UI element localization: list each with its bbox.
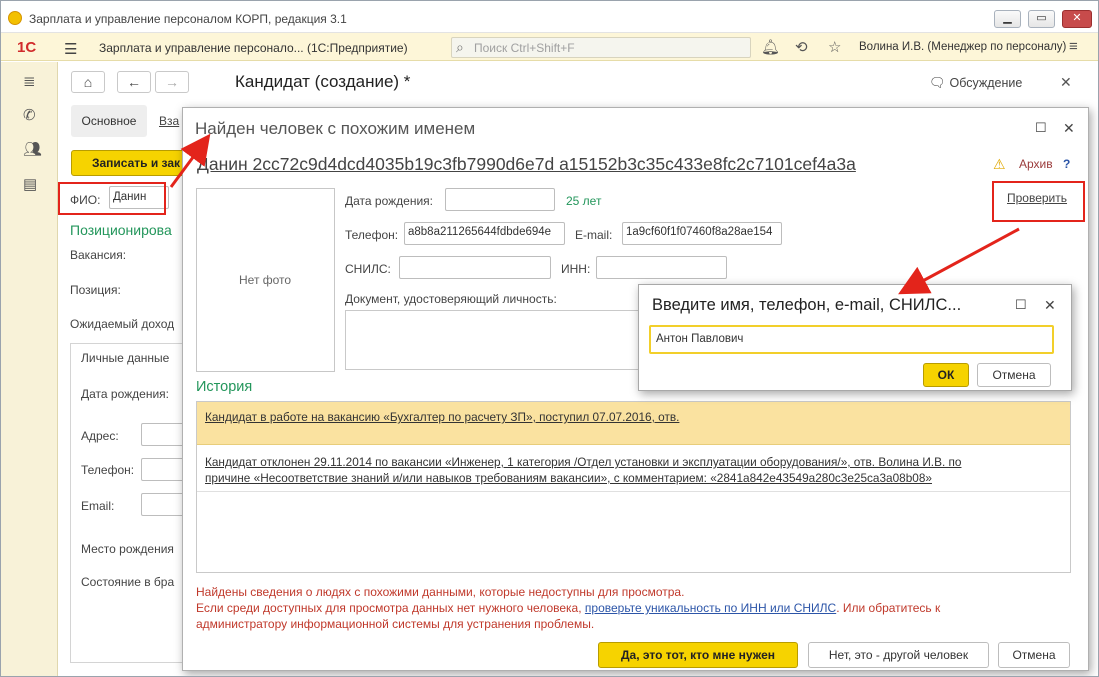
inn-label: ИНН:: [561, 262, 591, 276]
vacancy-label: Вакансия:: [70, 248, 127, 262]
back-button[interactable]: ←: [117, 71, 151, 93]
check-uniqueness-link[interactable]: проверьте уникальность по ИНН или СНИЛС: [585, 601, 836, 615]
app-logo-icon: [8, 11, 22, 25]
tab-personal-data[interactable]: Личные данные: [81, 351, 169, 365]
menu-list-icon[interactable]: ≣: [23, 72, 36, 90]
bell-icon[interactable]: 🔔︎: [761, 38, 780, 56]
cancel-button[interactable]: Отмена: [998, 642, 1070, 668]
current-user[interactable]: Волина И.В. (Менеджер по персоналу): [859, 41, 1066, 53]
warning-line-2: Если среди доступных для просмотра данны…: [196, 601, 940, 615]
email-label: E-mail:: [575, 228, 613, 242]
application-window: Зарплата и управление персоналом КОРП, р…: [0, 0, 1099, 677]
confirm-same-person-button[interactable]: Да, это тот, кто мне нужен: [598, 642, 798, 668]
users-icon[interactable]: 👥︎: [23, 140, 42, 158]
help-icon[interactable]: ?: [1063, 157, 1070, 171]
arrow-left-icon: ←: [127, 74, 141, 90]
age-label: 25 лет: [566, 194, 602, 208]
settings-menu-icon[interactable]: ≡: [1069, 38, 1078, 55]
history-item-line2[interactable]: причине «Несоответствие знаний и/или нав…: [205, 470, 1065, 486]
marital-status-label: Состояние в бра: [81, 575, 175, 589]
position-label: Позиция:: [70, 283, 121, 297]
id-card-icon[interactable]: ▤: [23, 175, 37, 193]
section-positioning: Позиционирова: [70, 222, 172, 238]
warning-line-1: Найдены сведения о людях с похожими данн…: [196, 585, 685, 599]
1c-logo: 1С: [17, 39, 37, 56]
birthplace-label: Место рождения: [81, 542, 174, 556]
email-input[interactable]: 1a9cf60f1f07460f8a28ae154: [622, 222, 782, 245]
search-icon: ⌕: [456, 39, 464, 55]
ok-button[interactable]: ОК: [923, 363, 969, 387]
app-title: Зарплата и управление персонало... (1С:П…: [99, 41, 408, 55]
different-person-button[interactable]: Нет, это - другой человек: [808, 642, 989, 668]
archive-label: Архив: [1019, 157, 1053, 171]
form-title: Кандидат (создание) *: [235, 72, 411, 91]
arrow-right-icon: →: [165, 74, 179, 90]
dialog-title: Найден человек с похожим именем: [195, 119, 476, 138]
annotation-check-highlight: [992, 181, 1085, 222]
address-label: Адрес:: [81, 429, 119, 443]
close-form-icon[interactable]: ✕: [1060, 74, 1072, 91]
search-query-input[interactable]: Антон Павлович: [649, 325, 1054, 354]
app-toolbar: 1С ☰ Зарплата и управление персонало... …: [1, 33, 1098, 61]
phone-label: Телефон:: [345, 228, 399, 242]
warning-text-b: . Или обратитесь к: [836, 601, 941, 615]
history-list: Кандидат в работе на вакансию «Бухгалтер…: [196, 401, 1071, 573]
birth-label: Дата рождения:: [81, 387, 169, 401]
search-dialog-maximize-icon[interactable]: ☐: [1015, 297, 1027, 313]
address-input[interactable]: [141, 423, 186, 446]
history-title: История: [196, 379, 253, 395]
email-input[interactable]: [141, 493, 186, 516]
discussion-button[interactable]: 🗨︎ Обсуждение: [929, 75, 1022, 91]
title-bar: Зарплата и управление персоналом КОРП, р…: [1, 1, 1098, 33]
maximize-button[interactable]: ▭: [1028, 10, 1055, 28]
minimize-button[interactable]: ▁: [994, 10, 1021, 28]
home-icon: ⌂: [83, 74, 93, 90]
phone-input[interactable]: a8b8a211265644fdbde694e: [404, 222, 565, 245]
photo-placeholder: Нет фото: [196, 188, 335, 372]
phone-label: Телефон:: [81, 463, 135, 477]
left-sidebar: ≣ ✆ 👥︎ ▤: [1, 62, 58, 676]
tab-interaction[interactable]: Вза: [159, 114, 179, 128]
history-item-line1[interactable]: Кандидат отклонен 29.11.2014 по вакансии…: [205, 454, 1065, 470]
search-cancel-button[interactable]: Отмена: [977, 363, 1051, 387]
id-document-label: Документ, удостоверяющий личность:: [345, 292, 557, 306]
search-dialog-title: Введите имя, телефон, e-mail, СНИЛС...: [652, 296, 962, 314]
close-window-button[interactable]: ✕: [1062, 10, 1092, 28]
income-label: Ожидаемый доход: [70, 317, 175, 331]
home-button[interactable]: ⌂: [71, 71, 105, 93]
search-placeholder: Поиск Ctrl+Shift+F: [474, 41, 575, 55]
dialog-close-icon[interactable]: ✕: [1063, 120, 1075, 137]
menu-icon[interactable]: ☰: [64, 40, 77, 58]
person-link[interactable]: Данин 2cc72c9d4dcd4035b19c3fb7990d6e7d a…: [197, 154, 856, 175]
email-label: Email:: [81, 499, 115, 513]
warning-line-3: администратору информационной системы дл…: [196, 617, 595, 631]
window-title: Зарплата и управление персоналом КОРП, р…: [29, 12, 347, 26]
forward-button[interactable]: →: [155, 71, 189, 93]
star-icon[interactable]: ☆: [828, 38, 841, 56]
history-item[interactable]: Кандидат отклонен 29.11.2014 по вакансии…: [197, 445, 1070, 492]
phone-input[interactable]: [141, 458, 186, 481]
history-icon[interactable]: ⟲: [795, 38, 808, 56]
dialog-maximize-icon[interactable]: ☐: [1035, 120, 1047, 136]
warning-icon: ⚠: [993, 156, 1006, 172]
tab-main[interactable]: Основное: [71, 105, 147, 137]
warning-text-a: Если среди доступных для просмотра данны…: [196, 601, 585, 615]
snils-input[interactable]: [399, 256, 551, 279]
birth-date-input[interactable]: [445, 188, 555, 211]
phone-icon[interactable]: ✆: [23, 106, 36, 124]
snils-label: СНИЛС:: [345, 262, 391, 276]
chat-icon: 🗨︎: [929, 75, 946, 90]
search-dialog-close-icon[interactable]: ✕: [1044, 297, 1056, 314]
discussion-label: Обсуждение: [949, 76, 1023, 90]
search-person-dialog: Введите имя, телефон, e-mail, СНИЛС... ☐…: [638, 284, 1072, 391]
history-item[interactable]: Кандидат в работе на вакансию «Бухгалтер…: [197, 402, 1070, 445]
birth-date-label: Дата рождения:: [345, 194, 433, 208]
history-item-text[interactable]: Кандидат в работе на вакансию «Бухгалтер…: [205, 409, 1065, 425]
inn-input[interactable]: [596, 256, 727, 279]
annotation-fio-highlight: [58, 182, 166, 215]
global-search-input[interactable]: ⌕ Поиск Ctrl+Shift+F: [451, 37, 751, 58]
no-photo-label: Нет фото: [239, 273, 292, 287]
